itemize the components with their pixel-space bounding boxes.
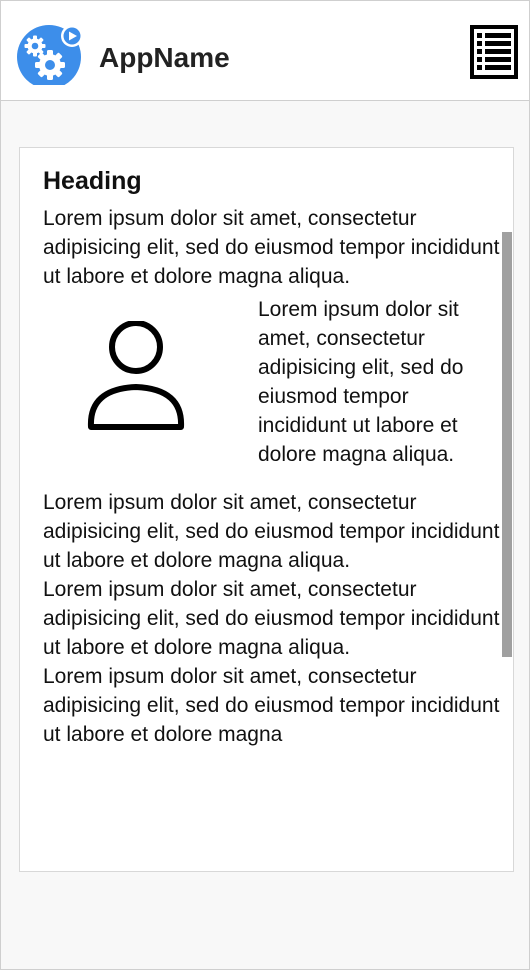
content-card: Heading Lorem ipsum dolor sit amet, cons… xyxy=(19,147,514,872)
app-frame: AppName Heading Lorem ipsum dolor sit am… xyxy=(0,0,530,970)
menu-list-icon[interactable] xyxy=(470,25,518,79)
body-paragraph: Lorem ipsum dolor sit amet, consectetur … xyxy=(43,578,500,659)
scroll-area[interactable]: Heading Lorem ipsum dolor sit amet, cons… xyxy=(43,158,503,858)
gears-play-icon xyxy=(15,21,87,89)
body-paragraph: Lorem ipsum dolor sit amet, consectetur … xyxy=(43,665,500,746)
scrollbar-thumb[interactable] xyxy=(502,232,512,657)
body-paragraph: Lorem ipsum dolor sit amet, consectetur … xyxy=(43,491,500,572)
card-heading: Heading xyxy=(43,167,142,195)
app-header: AppName xyxy=(1,1,529,101)
intro-paragraph: Lorem ipsum dolor sit amet, consectetur … xyxy=(43,207,500,288)
media-row: Lorem ipsum dolor sit amet, consectetur … xyxy=(43,295,503,488)
user-icon xyxy=(87,320,185,431)
media-text: Lorem ipsum dolor sit amet, consectetur … xyxy=(258,298,464,466)
app-title: AppName xyxy=(99,42,230,73)
